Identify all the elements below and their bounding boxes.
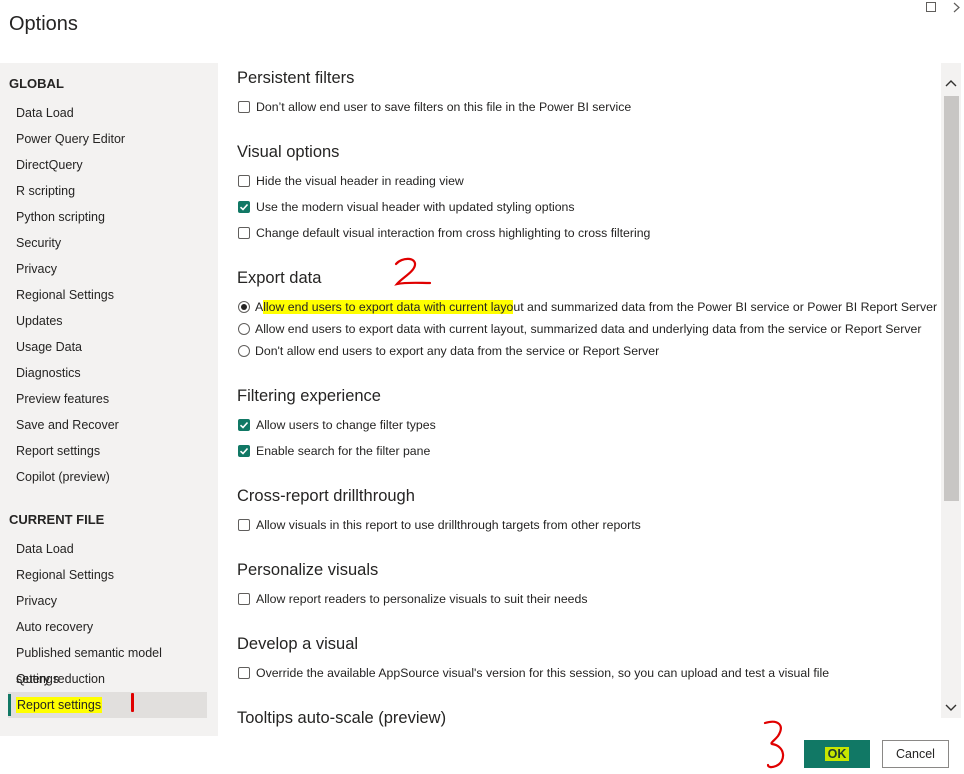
annotation-mark-2 [394,257,432,286]
sidebar-item-copilot-preview[interactable]: Copilot (preview) [8,464,207,490]
checkbox[interactable] [238,101,250,113]
option-label: Allow visuals in this report to use dril… [256,518,641,532]
sidebar-item-query-reduction[interactable]: Query reduction [8,666,207,692]
option-label: Use the modern visual header with update… [256,200,575,214]
checkmark-icon [239,447,249,455]
current-file-section-header: CURRENT FILE [9,512,105,527]
checkbox[interactable] [238,593,250,605]
checkbox[interactable] [238,519,250,531]
sidebar-item-usage-data[interactable]: Usage Data [8,334,207,360]
checkmark-icon [239,421,249,429]
sidebar-item-published-semantic-model-settings[interactable]: Published semantic model settings [8,640,207,686]
sidebar-item-regional-settings[interactable]: Regional Settings [8,282,207,308]
checkbox-checked[interactable] [238,419,250,431]
ok-button[interactable]: OK [804,740,870,768]
sidebar-item-auto-recovery[interactable]: Auto recovery [8,614,207,640]
option-label: Don’t allow end user to save filters on … [256,100,632,114]
chevron-right-icon[interactable] [948,0,964,14]
option-change-filter-types[interactable]: Allow users to change filter types [238,417,436,433]
radio-selected[interactable] [238,301,250,313]
checkbox[interactable] [238,175,250,187]
radio[interactable] [238,345,250,357]
option-export-none[interactable]: Don't allow end users to export any data… [238,343,659,359]
option-personalize-visuals[interactable]: Allow report readers to personalize visu… [238,591,588,607]
option-label: Hide the visual header in reading view [256,174,464,188]
section-heading-tooltips-auto-scale: Tooltips auto-scale (preview) [237,709,447,727]
sidebar-item-diagnostics[interactable]: Diagnostics [8,360,207,386]
checkbox[interactable] [238,667,250,679]
option-export-underlying[interactable]: Allow end users to export data with curr… [238,321,921,337]
sidebar-item-power-query-editor[interactable]: Power Query Editor [8,126,207,152]
checkbox-checked[interactable] [238,201,250,213]
annotation-mark-3 [763,720,785,769]
sidebar-item-current-privacy[interactable]: Privacy [8,588,207,614]
option-cross-report-drillthrough[interactable]: Allow visuals in this report to use dril… [238,517,641,533]
sidebar-item-save-and-recover[interactable]: Save and Recover [8,412,207,438]
checkbox[interactable] [238,227,250,239]
section-heading-visual-options: Visual options [237,143,340,161]
dialog-title: Options [9,13,78,35]
option-label: Don't allow end users to export any data… [255,344,660,358]
vertical-scrollbar[interactable] [941,63,961,718]
annotation-mark-1 [131,693,134,712]
radio[interactable] [238,323,250,335]
section-heading-personalize-visuals: Personalize visuals [237,561,379,579]
chevron-down-icon[interactable] [941,700,961,716]
option-label: Change default visual interaction from c… [256,226,651,240]
option-persistent-filters[interactable]: Don’t allow end user to save filters on … [238,99,631,115]
sidebar-item-security[interactable]: Security [8,230,207,256]
option-modern-visual-header[interactable]: Use the modern visual header with update… [238,199,575,215]
sidebar-item-data-load[interactable]: Data Load [8,100,207,126]
sidebar-item-report-settings-global[interactable]: Report settings [8,438,207,464]
sidebar-item-updates[interactable]: Updates [8,308,207,334]
option-label: Allow users to change filter types [256,418,436,432]
checkmark-icon [239,203,249,211]
option-label: Override the available AppSource visual'… [256,666,830,680]
sidebar-item-directquery[interactable]: DirectQuery [8,152,207,178]
option-cross-filtering[interactable]: Change default visual interaction from c… [238,225,650,241]
sidebar-item-privacy[interactable]: Privacy [8,256,207,282]
section-heading-filtering-experience: Filtering experience [237,387,381,405]
sidebar-item-current-data-load[interactable]: Data Load [8,536,207,562]
sidebar-item-report-settings[interactable]: Report settings [8,692,207,718]
global-section-header: GLOBAL [9,76,64,91]
checkbox-checked[interactable] [238,445,250,457]
section-heading-export-data: Export data [237,269,322,287]
sidebar-item-label: Report settings [16,697,103,713]
sidebar-item-preview-features[interactable]: Preview features [8,386,207,412]
option-override-appsource-version[interactable]: Override the available AppSource visual'… [238,665,829,681]
sidebar-item-r-scripting[interactable]: R scripting [8,178,207,204]
section-heading-persistent-filters: Persistent filters [237,69,355,87]
option-label: Allow report readers to personalize visu… [256,592,588,606]
section-heading-develop-visual: Develop a visual [237,635,359,653]
option-hide-visual-header[interactable]: Hide the visual header in reading view [238,173,464,189]
scrollbar-thumb[interactable] [944,96,959,501]
section-heading-cross-report-drillthrough: Cross-report drillthrough [237,487,415,505]
option-label: Enable search for the filter pane [256,444,431,458]
maximize-icon[interactable] [923,0,939,14]
option-label: Allow end users to export data with curr… [255,322,922,336]
cancel-button[interactable]: Cancel [882,740,949,768]
ok-button-label: OK [824,747,850,761]
chevron-up-icon[interactable] [941,75,961,91]
sidebar-item-python-scripting[interactable]: Python scripting [8,204,207,230]
sidebar-item-current-regional-settings[interactable]: Regional Settings [8,562,207,588]
option-label: Allow end users to export data with curr… [255,300,938,314]
option-filter-pane-search[interactable]: Enable search for the filter pane [238,443,430,459]
option-export-summarized[interactable]: Allow end users to export data with curr… [238,299,937,315]
report-settings-panel: Persistent filters Don’t allow end user … [218,63,940,736]
